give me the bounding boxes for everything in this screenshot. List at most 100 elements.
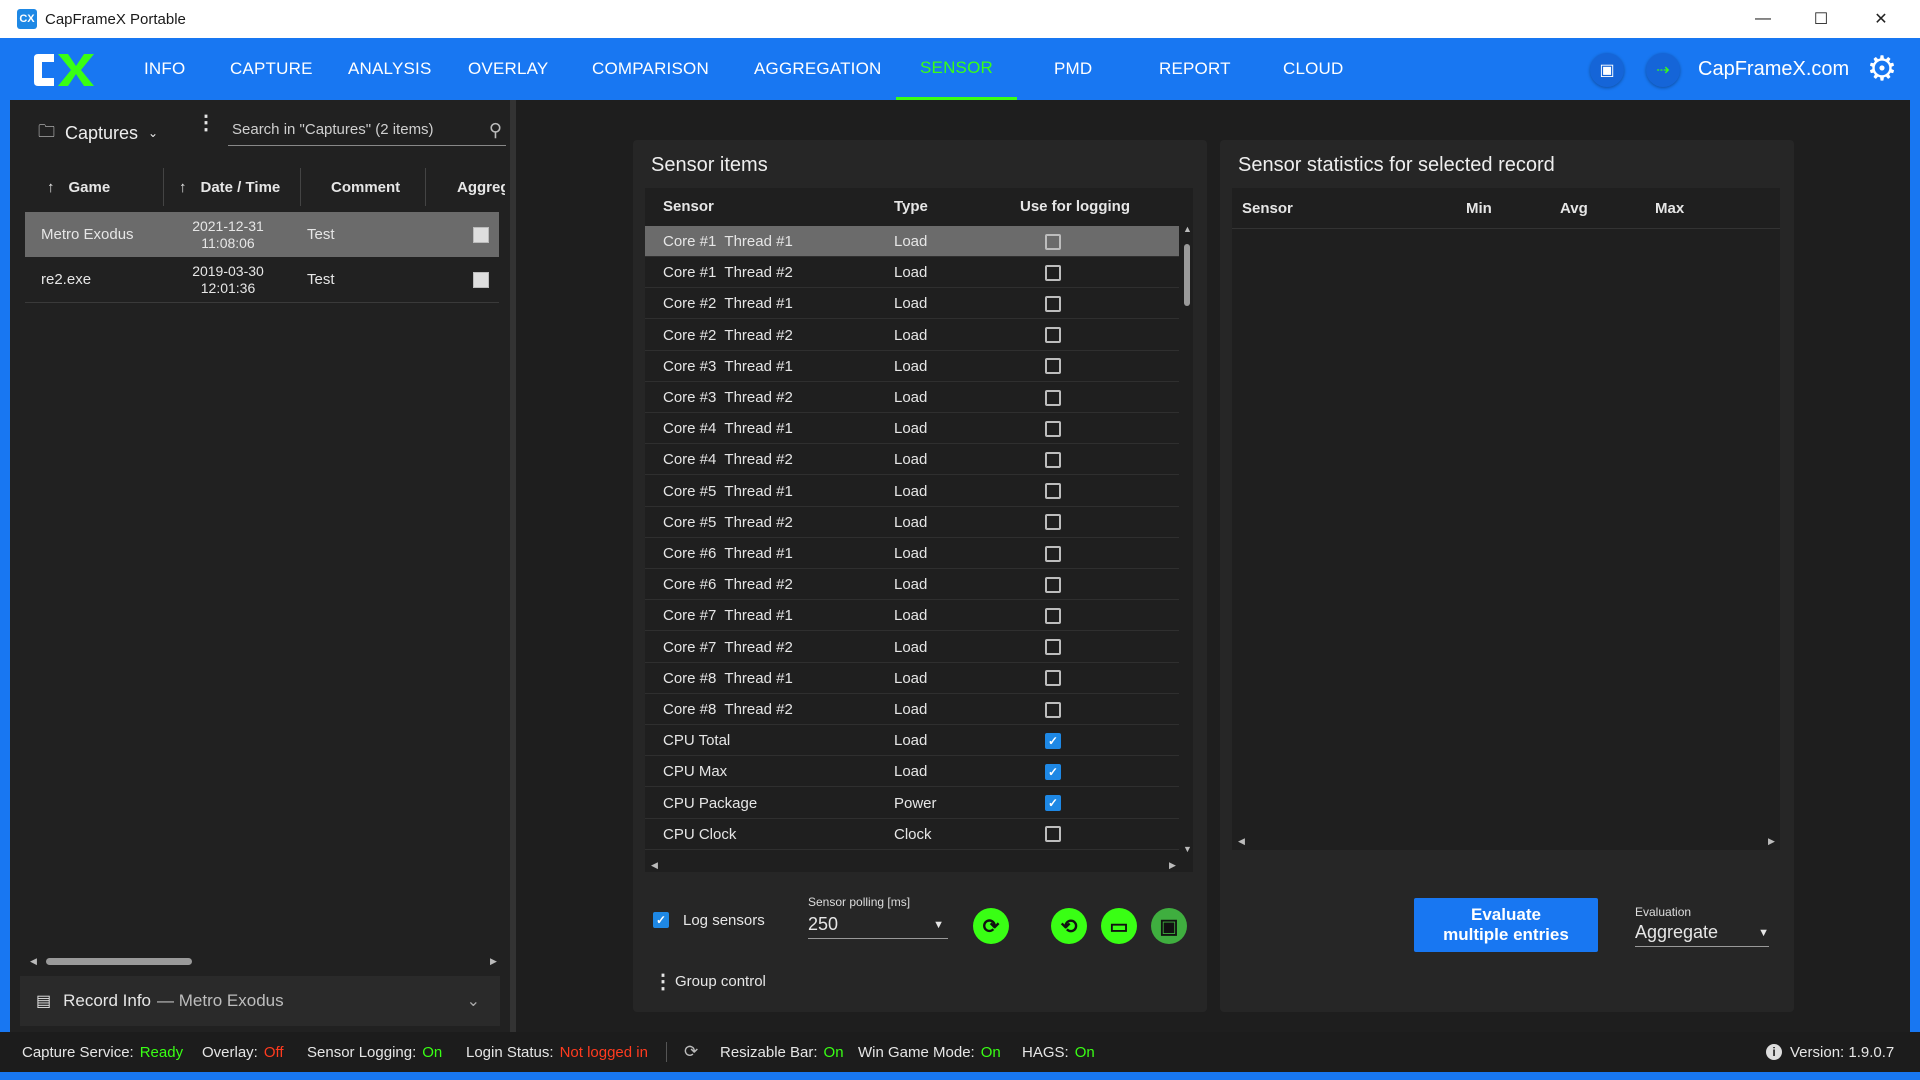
column-sensor[interactable]: Sensor: [663, 188, 714, 224]
tab-aggregation[interactable]: AGGREGATION: [754, 38, 882, 100]
evaluation-select[interactable]: Evaluation Aggregate ▼: [1635, 905, 1769, 947]
column-date-time[interactable]: ↑ Date / Time: [179, 168, 280, 206]
sensor-row[interactable]: Core #6 Thread #1 Load: [645, 538, 1179, 569]
sensor-row[interactable]: Core #1 Thread #2 Load: [645, 257, 1179, 289]
capframex-website-link[interactable]: CapFrameX.com: [1698, 38, 1849, 100]
sensor-row[interactable]: Core #6 Thread #2 Load: [645, 569, 1179, 601]
sensor-vertical-scrollbar[interactable]: ▲ ▼: [1182, 224, 1192, 856]
scroll-left-arrow-icon[interactable]: ◀: [651, 860, 658, 871]
table-row[interactable]: re2.exe 2019-03-30 12:01:36 Test: [25, 257, 499, 302]
use-for-logging-checkbox[interactable]: [1045, 264, 1061, 281]
use-for-logging-checkbox[interactable]: [1045, 701, 1061, 718]
sensor-row[interactable]: Core #8 Thread #2 Load: [645, 694, 1179, 725]
use-for-logging-checkbox[interactable]: [1045, 826, 1061, 843]
column-use-for-logging[interactable]: Use for logging: [1020, 188, 1130, 224]
tab-pmd[interactable]: PMD: [1054, 38, 1092, 100]
scroll-right-arrow-icon[interactable]: ▶: [1768, 836, 1775, 847]
use-for-logging-checkbox[interactable]: [1045, 295, 1061, 312]
sensor-row[interactable]: Core #7 Thread #1 Load: [645, 600, 1179, 632]
sensor-row[interactable]: Core #3 Thread #1 Load: [645, 351, 1179, 382]
scroll-right-arrow-icon[interactable]: ▶: [490, 956, 497, 967]
gear-icon[interactable]: ⚙: [1864, 51, 1900, 87]
folder-open-icon[interactable]: ▭: [1101, 908, 1137, 944]
tab-comparison[interactable]: COMPARISON: [592, 38, 709, 100]
use-for-logging-checkbox[interactable]: [1045, 233, 1061, 250]
history-icon[interactable]: ⟳: [684, 1032, 698, 1072]
use-for-logging-checkbox[interactable]: [1045, 420, 1061, 437]
tab-report[interactable]: REPORT: [1159, 38, 1231, 100]
sensor-row[interactable]: CPU Max Load ✓: [645, 756, 1179, 788]
use-for-logging-checkbox[interactable]: [1045, 576, 1061, 593]
capframex-logo[interactable]: [32, 50, 94, 90]
close-button[interactable]: ✕: [1852, 0, 1910, 38]
sensor-row[interactable]: Core #2 Thread #2 Load: [645, 320, 1179, 351]
group-control-menu[interactable]: ⋮ Group control: [653, 968, 766, 994]
use-for-logging-checkbox[interactable]: [1045, 451, 1061, 468]
sensor-row[interactable]: CPU Total Load ✓: [645, 725, 1179, 757]
sensor-row[interactable]: Core #3 Thread #2 Load: [645, 382, 1179, 413]
column-avg[interactable]: Avg: [1560, 188, 1588, 228]
save-icon[interactable]: ▣: [1151, 908, 1187, 944]
scroll-down-arrow-icon[interactable]: ▼: [1183, 844, 1192, 854]
evaluate-multiple-entries-button[interactable]: Evaluate multiple entries: [1414, 898, 1598, 952]
use-for-logging-checkbox[interactable]: [1045, 483, 1061, 500]
sensor-polling-select[interactable]: Sensor polling [ms] 250 ▼: [808, 895, 948, 939]
column-comment[interactable]: Comment: [331, 168, 400, 206]
minimize-button[interactable]: —: [1734, 0, 1792, 38]
scrollbar-thumb[interactable]: [1184, 244, 1190, 306]
tab-analysis[interactable]: ANALYSIS: [348, 38, 432, 100]
use-for-logging-checkbox[interactable]: ✓: [1045, 732, 1061, 749]
use-for-logging-checkbox[interactable]: [1045, 514, 1061, 531]
kebab-menu-icon[interactable]: ⋮: [196, 113, 216, 133]
sensor-row[interactable]: Core #5 Thread #1 Load: [645, 476, 1179, 507]
maximize-button[interactable]: ☐: [1792, 0, 1850, 38]
table-row[interactable]: Metro Exodus 2021-12-31 11:08:06 Test: [25, 212, 499, 257]
tab-overlay[interactable]: OVERLAY: [468, 38, 548, 100]
sensor-row[interactable]: CPU Package Power ✓: [645, 788, 1179, 819]
sensor-row[interactable]: Core #1 Thread #1 Load: [645, 226, 1179, 257]
login-icon[interactable]: ⇢: [1646, 53, 1680, 87]
use-for-logging-checkbox[interactable]: [1045, 639, 1061, 656]
sensor-row[interactable]: Core #7 Thread #2 Load: [645, 632, 1179, 663]
use-for-logging-checkbox[interactable]: [1045, 389, 1061, 406]
reset-icon[interactable]: ⟲: [1051, 908, 1087, 944]
use-for-logging-checkbox[interactable]: [1045, 670, 1061, 687]
captures-horizontal-scrollbar[interactable]: ◀ ▶: [30, 955, 500, 967]
tab-info[interactable]: INFO: [144, 38, 185, 100]
sensor-row[interactable]: Core #2 Thread #1 Load: [645, 288, 1179, 320]
row-aggregate-checkbox[interactable]: [473, 271, 489, 288]
refresh-icon[interactable]: ⟳: [973, 908, 1009, 944]
record-info-expander[interactable]: ▤ Record Info — Metro Exodus ⌄: [20, 976, 500, 1026]
sensor-row[interactable]: CPU Clock Clock: [645, 819, 1179, 850]
use-for-logging-checkbox[interactable]: [1045, 607, 1061, 624]
use-for-logging-checkbox[interactable]: [1045, 358, 1061, 375]
sensor-row[interactable]: Core #4 Thread #2 Load: [645, 444, 1179, 476]
tab-capture[interactable]: CAPTURE: [230, 38, 313, 100]
captures-folder-selector[interactable]: 🗀 Captures ⌄: [38, 118, 158, 148]
log-sensors-checkbox[interactable]: ✓: [653, 912, 669, 928]
scroll-left-arrow-icon[interactable]: ◀: [1238, 836, 1245, 847]
screenshot-icon[interactable]: ▣: [1590, 53, 1624, 87]
column-sensor[interactable]: Sensor: [1242, 188, 1293, 228]
sensor-row[interactable]: Core #8 Thread #1 Load: [645, 663, 1179, 694]
column-game[interactable]: ↑ Game: [47, 168, 110, 206]
tab-sensor[interactable]: SENSOR: [896, 38, 1017, 100]
use-for-logging-checkbox[interactable]: [1045, 327, 1061, 344]
panel-splitter[interactable]: [510, 100, 516, 1032]
column-type[interactable]: Type: [894, 188, 928, 224]
sensor-row[interactable]: Core #5 Thread #2 Load: [645, 507, 1179, 538]
info-icon[interactable]: i: [1766, 1044, 1782, 1060]
scroll-up-arrow-icon[interactable]: ▲: [1183, 224, 1192, 234]
column-max[interactable]: Max: [1655, 188, 1684, 228]
column-aggregation[interactable]: Aggrega: [457, 168, 505, 206]
scroll-left-arrow-icon[interactable]: ◀: [30, 956, 37, 967]
scroll-right-arrow-icon[interactable]: ▶: [1169, 860, 1176, 871]
use-for-logging-checkbox[interactable]: ✓: [1045, 763, 1061, 780]
column-min[interactable]: Min: [1466, 188, 1492, 228]
row-aggregate-checkbox[interactable]: [473, 226, 489, 243]
sensor-row[interactable]: Core #4 Thread #1 Load: [645, 413, 1179, 445]
search-input[interactable]: Search in "Captures" (2 items) ⚲: [228, 114, 506, 146]
log-sensors-toggle[interactable]: ✓ Log sensors: [653, 900, 765, 940]
use-for-logging-checkbox[interactable]: ✓: [1045, 795, 1061, 812]
tab-cloud[interactable]: CLOUD: [1283, 38, 1344, 100]
